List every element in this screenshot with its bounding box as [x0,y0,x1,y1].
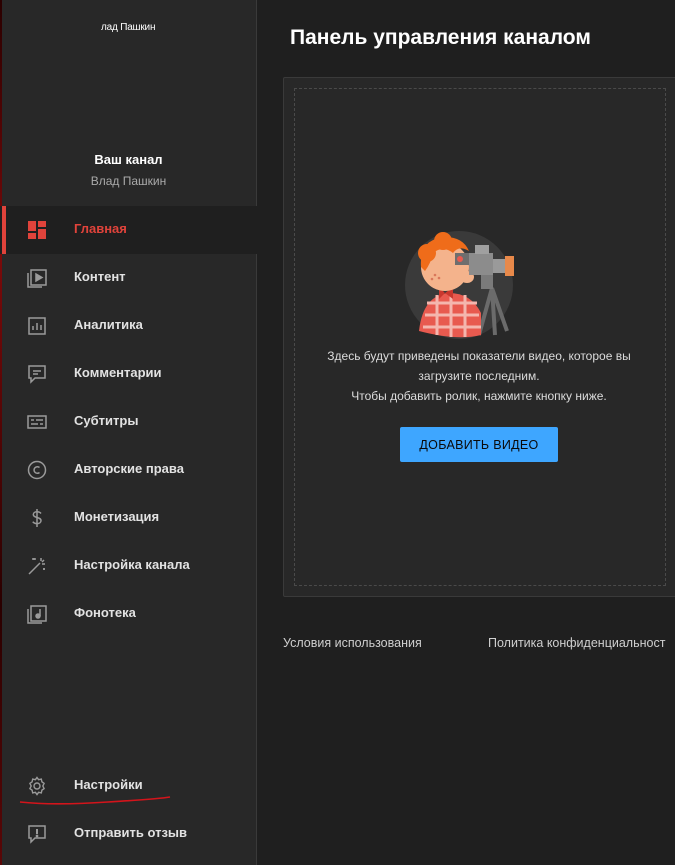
monetization-icon [32,509,42,527]
sidebar-item-label: Монетизация [74,509,160,524]
sidebar-item-label: Отправить отзыв [74,825,187,840]
empty-state-line: загрузите последним. [418,369,540,383]
customization-icon [28,558,45,575]
sidebar-nav: Главная Контент Аналитика Комментарии Су… [0,206,257,638]
sidebar-item-monetization[interactable]: Монетизация [0,494,257,542]
privacy-link[interactable]: Политика конфиденциальност [488,636,665,650]
analytics-icon [28,317,46,335]
sidebar-item-content[interactable]: Контент [0,254,257,302]
studio-app: лад Пашкин Ваш канал Влад Пашкин Главная [0,0,675,865]
sidebar-item-feedback[interactable]: Отправить отзыв [0,810,257,858]
sidebar-item-customization[interactable]: Настройка канала [0,542,257,590]
gear-icon [29,776,45,796]
upload-video-button[interactable]: ДОБАВИТЬ ВИДЕО [400,427,558,462]
sidebar-item-audio-library[interactable]: Фонотека [0,590,257,638]
sidebar-item-analytics[interactable]: Аналитика [0,302,257,350]
channel-name: Влад Пашкин [90,174,167,188]
avatar[interactable]: лад Пашкин [101,22,155,33]
terms-link[interactable]: Условия использования [283,636,422,650]
empty-state-line: Чтобы добавить ролик, нажмите кнопку ниж… [351,389,607,403]
page-title: Панель управления каналом [290,26,591,49]
feedback-icon [28,825,46,844]
sidebar-item-dashboard[interactable]: Главная [0,206,257,254]
sidebar-item-comments[interactable]: Комментарии [0,350,257,398]
empty-state-line: Здесь будут приведены показатели видео, … [327,349,631,363]
main-content: Панель управления каналом Здесь будут пр… [257,0,675,865]
sidebar-item-label: Авторские права [74,461,184,476]
empty-state-text: Здесь будут приведены показатели видео, … [283,346,675,406]
sidebar-item-label: Контент [74,269,126,284]
sidebar-item-copyright[interactable]: Авторские права [0,446,257,494]
comments-icon [28,365,46,384]
sidebar-item-label: Настройка канала [74,557,190,572]
sidebar-item-label: Аналитика [74,317,143,332]
sidebar-item-subtitles[interactable]: Субтитры [0,398,257,446]
content-icon [27,269,47,288]
sidebar-item-settings[interactable]: Настройки [0,762,257,810]
sidebar-item-label: Субтитры [74,413,139,428]
sidebar-item-label: Главная [74,221,127,236]
sidebar-item-label: Комментарии [74,365,162,380]
sidebar-item-label: Фонотека [74,605,136,620]
sidebar-bottom-nav: Настройки Отправить отзыв [0,762,257,858]
subtitles-icon [27,415,47,429]
audio-library-icon [27,605,47,624]
sidebar-item-label: Настройки [74,777,143,792]
dashboard-icon [28,221,46,239]
channel-title: Ваш канал [94,152,163,167]
sidebar: лад Пашкин Ваш канал Влад Пашкин Главная [0,0,257,865]
copyright-icon [27,460,47,480]
camera-operator-illustration [405,231,514,339]
